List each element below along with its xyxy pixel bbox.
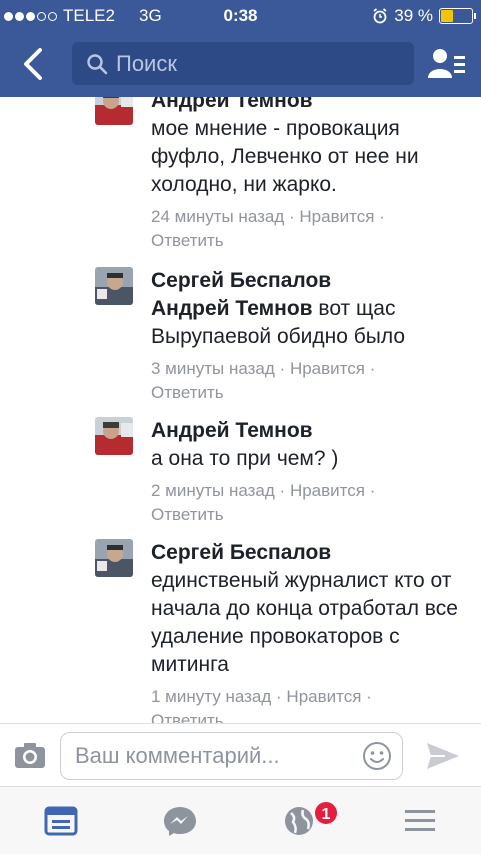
like-link[interactable]: Нравится — [290, 481, 365, 500]
notifications-badge: 1 — [313, 800, 339, 826]
reply-link[interactable]: Ответить — [151, 383, 224, 402]
camera-icon[interactable] — [14, 741, 46, 769]
search-icon — [87, 53, 108, 74]
messenger-icon[interactable] — [162, 805, 198, 837]
comment-time: 24 минуты назад — [151, 207, 285, 226]
comment-time: 2 минуты назад — [151, 481, 275, 500]
comment-composer: Ваш комментарий... — [0, 723, 481, 785]
comment-meta: 3 минуты назад · Нравится · Ответить — [151, 359, 376, 402]
menu-icon[interactable] — [402, 805, 438, 837]
avatar[interactable] — [95, 267, 133, 305]
send-icon[interactable] — [425, 741, 461, 771]
avatar[interactable] — [95, 97, 133, 125]
comment-author[interactable]: Сергей Беспалов — [151, 267, 471, 295]
news-feed-icon[interactable] — [43, 805, 79, 837]
comment-input[interactable]: Ваш комментарий... — [60, 732, 403, 780]
bottom-tab-bar — [0, 786, 481, 854]
reply-link[interactable]: Ответить — [151, 505, 224, 524]
friend-requests-icon[interactable] — [427, 46, 467, 82]
comments-list: Андрей Темнов мое мнение - провокация фу… — [0, 97, 481, 723]
search-bar[interactable]: Поиск — [72, 42, 414, 85]
like-link[interactable]: Нравится — [286, 687, 361, 706]
avatar[interactable] — [95, 539, 133, 577]
comment-author[interactable]: Сергей Беспалов — [151, 539, 471, 567]
notifications-globe-icon[interactable] — [281, 805, 317, 837]
mention-link[interactable]: Андрей Темнов — [151, 297, 313, 320]
like-link[interactable]: Нравится — [290, 359, 365, 378]
avatar[interactable] — [95, 417, 133, 455]
back-arrow-icon[interactable] — [18, 46, 48, 82]
comment-meta: 24 минуты назад · Нравится · Ответить — [151, 207, 385, 250]
battery-percent: 39 % — [394, 6, 433, 25]
comment-meta: 1 минуту назад · Нравится · Ответить — [151, 685, 471, 723]
comment-author[interactable]: Андрей Темнов — [151, 417, 471, 445]
sticker-smiley-icon[interactable] — [362, 741, 392, 771]
like-link[interactable]: Нравится — [299, 207, 374, 226]
search-placeholder: Поиск — [116, 50, 177, 76]
comment-text: единственый журналист кто от начала до к… — [151, 569, 458, 676]
comment-meta: 2 минуты назад · Нравится · Ответить — [151, 481, 376, 524]
comment-input-placeholder: Ваш комментарий... — [75, 743, 280, 768]
top-navigation-bar: TELE2 3G 0:38 39 % Поиск — [0, 0, 481, 97]
reply-link[interactable]: Ответить — [151, 231, 224, 250]
reply-link[interactable]: Ответить — [151, 711, 224, 723]
comment-time: 1 минуту назад — [151, 687, 272, 706]
comment-time: 3 минуты назад — [151, 359, 275, 378]
comment-text: а она то при чем? ) — [151, 447, 339, 470]
battery-icon — [439, 8, 476, 24]
comment-author[interactable]: Андрей Темнов — [151, 97, 471, 115]
comment-text: Андрей Темнов вот щас Вырупаевой обидно … — [151, 297, 406, 348]
alarm-icon — [373, 8, 387, 24]
status-bar: TELE2 3G 0:38 39 % — [0, 6, 481, 28]
comment-text: мое мнение - провокация фуфло, Левченко … — [151, 117, 419, 196]
